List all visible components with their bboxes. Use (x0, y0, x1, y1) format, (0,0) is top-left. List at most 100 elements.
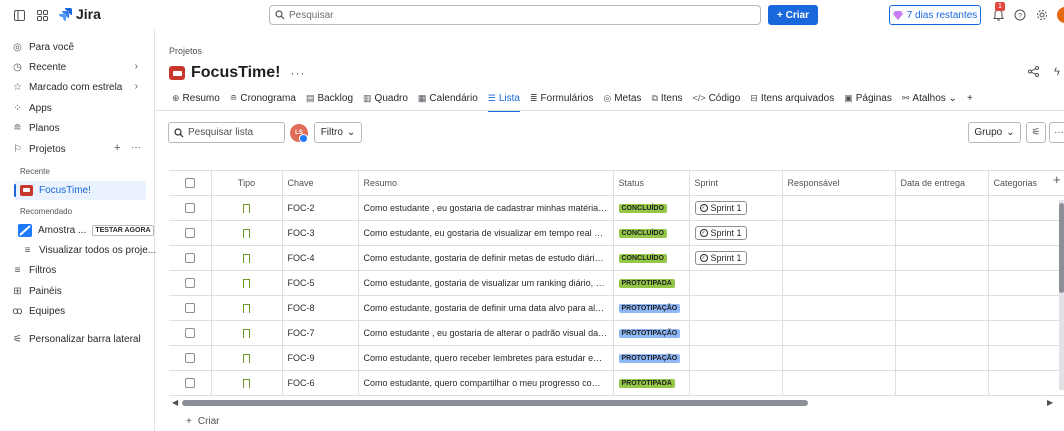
sidebar-item-sample[interactable]: Amostra ... TESTAR AGORA (18, 221, 154, 239)
summary-cell[interactable]: Como estudante , eu gostaria de cadastra… (358, 195, 614, 221)
chevron-right-icon[interactable]: › (135, 61, 138, 72)
select-all-header[interactable] (169, 171, 212, 196)
row-select-cell[interactable] (169, 195, 212, 221)
sprint-chip[interactable]: ✓ Sprint 1 (694, 200, 747, 215)
sidebar-item-customize[interactable]: ⚟ Personalizar barra lateral (12, 330, 141, 348)
more-icon[interactable]: ··· (131, 142, 141, 153)
user-avatar[interactable] (1057, 7, 1064, 23)
due-date-cell[interactable] (895, 195, 989, 221)
categories-cell[interactable] (988, 345, 1064, 371)
app-switcher-icon[interactable] (35, 8, 49, 22)
settings-icon[interactable] (1035, 8, 1049, 22)
column-header[interactable]: Resumo (358, 171, 614, 196)
table-row[interactable]: FOC-3 Como estudante, eu gostaria de visu… (169, 220, 1064, 246)
status-badge[interactable]: PROTOTIPAÇÃO (618, 304, 681, 313)
key-cell[interactable]: FOC-5 (282, 270, 359, 296)
categories-cell[interactable] (988, 320, 1064, 346)
sidebar-item-recent[interactable]: ◷ Recente (12, 58, 142, 76)
tab-item[interactable]: ▤ Backlog (306, 90, 353, 106)
sprint-chip[interactable]: ✓ Sprint 1 (694, 225, 747, 240)
status-cell[interactable]: PROTOTIPAÇÃO (613, 320, 690, 346)
scroll-left-icon[interactable]: ◀ (172, 398, 178, 407)
row-checkbox[interactable] (184, 227, 195, 238)
sidebar-item-dashboards[interactable]: ⊞ Painéis (12, 282, 62, 300)
row-checkbox[interactable] (184, 377, 195, 388)
status-badge[interactable]: PROTOTIPADA (618, 279, 675, 288)
categories-cell[interactable] (988, 195, 1064, 221)
sprint-chip[interactable]: ✓ Sprint 1 (694, 250, 747, 265)
categories-cell[interactable] (988, 220, 1064, 246)
row-checkbox[interactable] (184, 252, 195, 263)
assignee-cell[interactable] (782, 220, 896, 246)
key-cell[interactable]: FOC-8 (282, 295, 359, 321)
table-row[interactable]: FOC-9 Como estudante, quero receber lembr… (169, 345, 1064, 371)
tab-item[interactable]: ⚯ Atalhos ⌄ (902, 90, 957, 106)
row-checkbox[interactable] (184, 202, 195, 213)
categories-cell[interactable] (988, 370, 1064, 396)
tab-item[interactable]: ⧉ Itens (651, 90, 682, 106)
sidebar-item-teams[interactable]: ꝏ Equipes (12, 302, 65, 320)
column-header[interactable]: Tipo (211, 171, 283, 196)
key-cell[interactable]: FOC-9 (282, 345, 359, 371)
due-date-cell[interactable] (895, 320, 989, 346)
list-search-input[interactable]: Pesquisar lista (168, 122, 285, 143)
scroll-right-icon[interactable]: ▶ (1047, 398, 1053, 407)
assignee-cell[interactable] (782, 270, 896, 296)
create-issue-button[interactable]: + Criar (186, 416, 220, 427)
chevron-right-icon[interactable]: › (135, 81, 138, 92)
status-badge[interactable]: CONCLUÍDO (618, 254, 667, 263)
row-checkbox[interactable] (184, 327, 195, 338)
categories-cell[interactable] (988, 245, 1064, 271)
tab-item[interactable]: + (967, 90, 973, 106)
summary-cell[interactable]: Como estudante, quero compartilhar o meu… (358, 370, 614, 396)
sidebar-item-view-all-projects[interactable]: ≡ Visualizar todos os proje... (22, 241, 157, 259)
tab-item[interactable]: ▥ Quadro (363, 90, 408, 106)
key-cell[interactable]: FOC-6 (282, 370, 359, 396)
project-more-icon[interactable]: ··· (291, 66, 306, 80)
tab-item[interactable]: ☰ Lista (487, 90, 521, 112)
status-cell[interactable]: PROTOTIPADA (613, 370, 690, 396)
key-cell[interactable]: FOC-7 (282, 320, 359, 346)
due-date-cell[interactable] (895, 370, 989, 396)
summary-cell[interactable]: Como estudante, gostaria de visualizar u… (358, 270, 614, 296)
column-header[interactable]: Status (613, 171, 690, 196)
assignee-cell[interactable] (782, 345, 896, 371)
status-badge[interactable]: PROTOTIPADA (618, 379, 675, 388)
categories-cell[interactable] (988, 295, 1064, 321)
assignee-cell[interactable] (782, 295, 896, 321)
sidebar-item-filters[interactable]: ≡ Filtros (12, 261, 57, 279)
sprint-cell[interactable] (689, 345, 783, 371)
summary-cell[interactable]: Como estudante , eu gostaria de alterar … (358, 320, 614, 346)
more-actions-button[interactable]: ··· (1049, 122, 1064, 143)
column-header[interactable]: Responsável (782, 171, 896, 196)
row-checkbox[interactable] (184, 352, 195, 363)
breadcrumb[interactable]: Projetos (169, 46, 202, 56)
filter-button[interactable]: Filtro ⌄ (314, 122, 362, 143)
row-select-cell[interactable] (169, 220, 212, 246)
share-icon[interactable] (1028, 66, 1042, 80)
sidebar-item-starred[interactable]: ☆ Marcado com estrela (12, 78, 122, 96)
sprint-cell[interactable] (689, 370, 783, 396)
key-cell[interactable]: FOC-4 (282, 245, 359, 271)
status-cell[interactable]: PROTOTIPAÇÃO (613, 345, 690, 371)
sprint-cell[interactable] (689, 320, 783, 346)
sidebar-item-projects[interactable]: ⚐ Projetos (12, 140, 66, 158)
tab-item[interactable]: ⊕ Resumo (172, 90, 220, 106)
tab-item[interactable]: ≘ Cronograma (230, 90, 296, 106)
row-select-cell[interactable] (169, 245, 212, 271)
status-cell[interactable]: CONCLUÍDO (613, 220, 690, 246)
row-select-cell[interactable] (169, 295, 212, 321)
due-date-cell[interactable] (895, 245, 989, 271)
tab-item[interactable]: ▣ Páginas (844, 90, 892, 106)
select-all-checkbox[interactable] (184, 178, 195, 189)
row-select-cell[interactable] (169, 345, 212, 371)
sprint-cell[interactable]: ✓ Sprint 1 (689, 220, 783, 246)
help-icon[interactable]: ? (1013, 8, 1027, 22)
row-select-cell[interactable] (169, 270, 212, 296)
sidebar-item-apps[interactable]: ⁘ Apps (12, 99, 52, 117)
vertical-scrollbar-thumb[interactable] (1059, 203, 1064, 293)
row-checkbox[interactable] (184, 277, 195, 288)
summary-cell[interactable]: Como estudante, gostaria de definir uma … (358, 295, 614, 321)
tab-item[interactable]: ≣ Formulários (530, 90, 593, 106)
summary-cell[interactable]: Como estudante, quero receber lembretes … (358, 345, 614, 371)
